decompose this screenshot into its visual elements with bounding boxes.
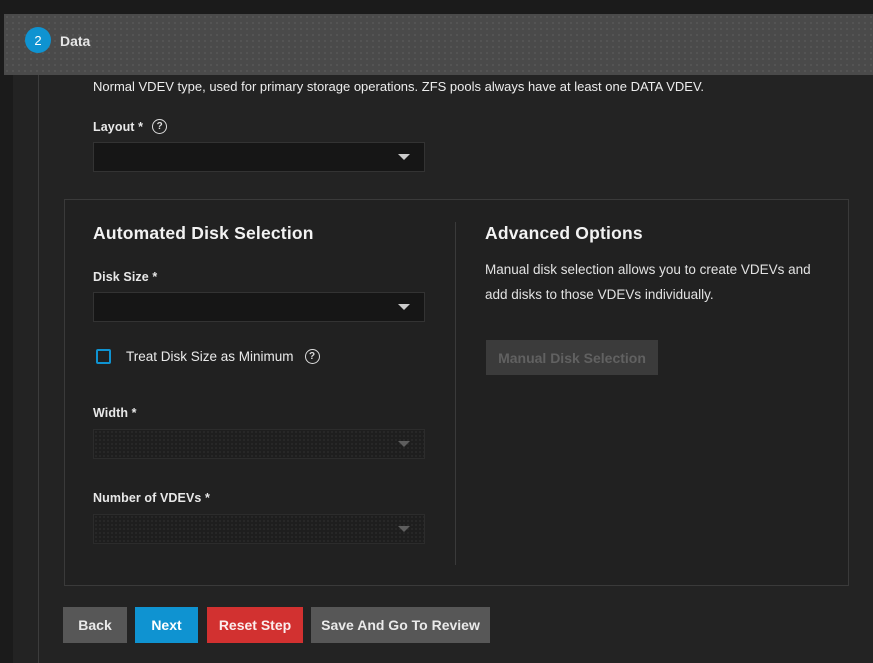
disk-size-label-row: Disk Size * — [93, 270, 157, 284]
width-select — [93, 429, 425, 459]
step-number-badge[interactable]: 2 — [25, 27, 51, 53]
step-header-band[interactable] — [4, 14, 873, 75]
step-title: Data — [60, 33, 90, 49]
stepper-connector-line — [38, 75, 39, 663]
layout-help-icon[interactable]: ? — [152, 119, 167, 134]
width-label-row: Width * — [93, 406, 137, 420]
chevron-down-icon — [398, 526, 410, 532]
chevron-down-icon — [398, 441, 410, 447]
manual-disk-selection-button: Manual Disk Selection — [486, 340, 658, 375]
layout-label-row: Layout * ? — [93, 119, 167, 134]
disk-size-select[interactable] — [93, 292, 425, 322]
disk-size-label: Disk Size * — [93, 270, 157, 284]
automated-section-title: Automated Disk Selection — [93, 223, 314, 244]
treat-min-label: Treat Disk Size as Minimum — [126, 349, 294, 364]
back-button[interactable]: Back — [63, 607, 127, 643]
chevron-down-icon — [398, 304, 410, 310]
next-button[interactable]: Next — [135, 607, 198, 643]
width-label: Width * — [93, 406, 137, 420]
help-glyph: ? — [157, 121, 163, 133]
treat-min-checkbox-row[interactable]: Treat Disk Size as Minimum ? — [96, 349, 320, 364]
help-glyph: ? — [309, 351, 315, 363]
save-and-review-button[interactable]: Save And Go To Review — [311, 607, 490, 643]
vdevs-label: Number of VDEVs * — [93, 491, 210, 505]
step-number: 2 — [34, 33, 41, 48]
treat-min-help-icon[interactable]: ? — [305, 349, 320, 364]
reset-step-button[interactable]: Reset Step — [207, 607, 303, 643]
vdevs-label-row: Number of VDEVs * — [93, 491, 210, 505]
chevron-down-icon — [398, 154, 410, 160]
layout-select[interactable] — [93, 142, 425, 172]
vdevs-select — [93, 514, 425, 544]
vdev-description: Normal VDEV type, used for primary stora… — [93, 79, 793, 94]
advanced-description: Manual disk selection allows you to crea… — [485, 257, 835, 307]
treat-min-checkbox[interactable] — [96, 349, 111, 364]
advanced-section-title: Advanced Options — [485, 223, 643, 244]
layout-label: Layout * — [93, 120, 143, 134]
card-column-divider — [455, 222, 456, 565]
